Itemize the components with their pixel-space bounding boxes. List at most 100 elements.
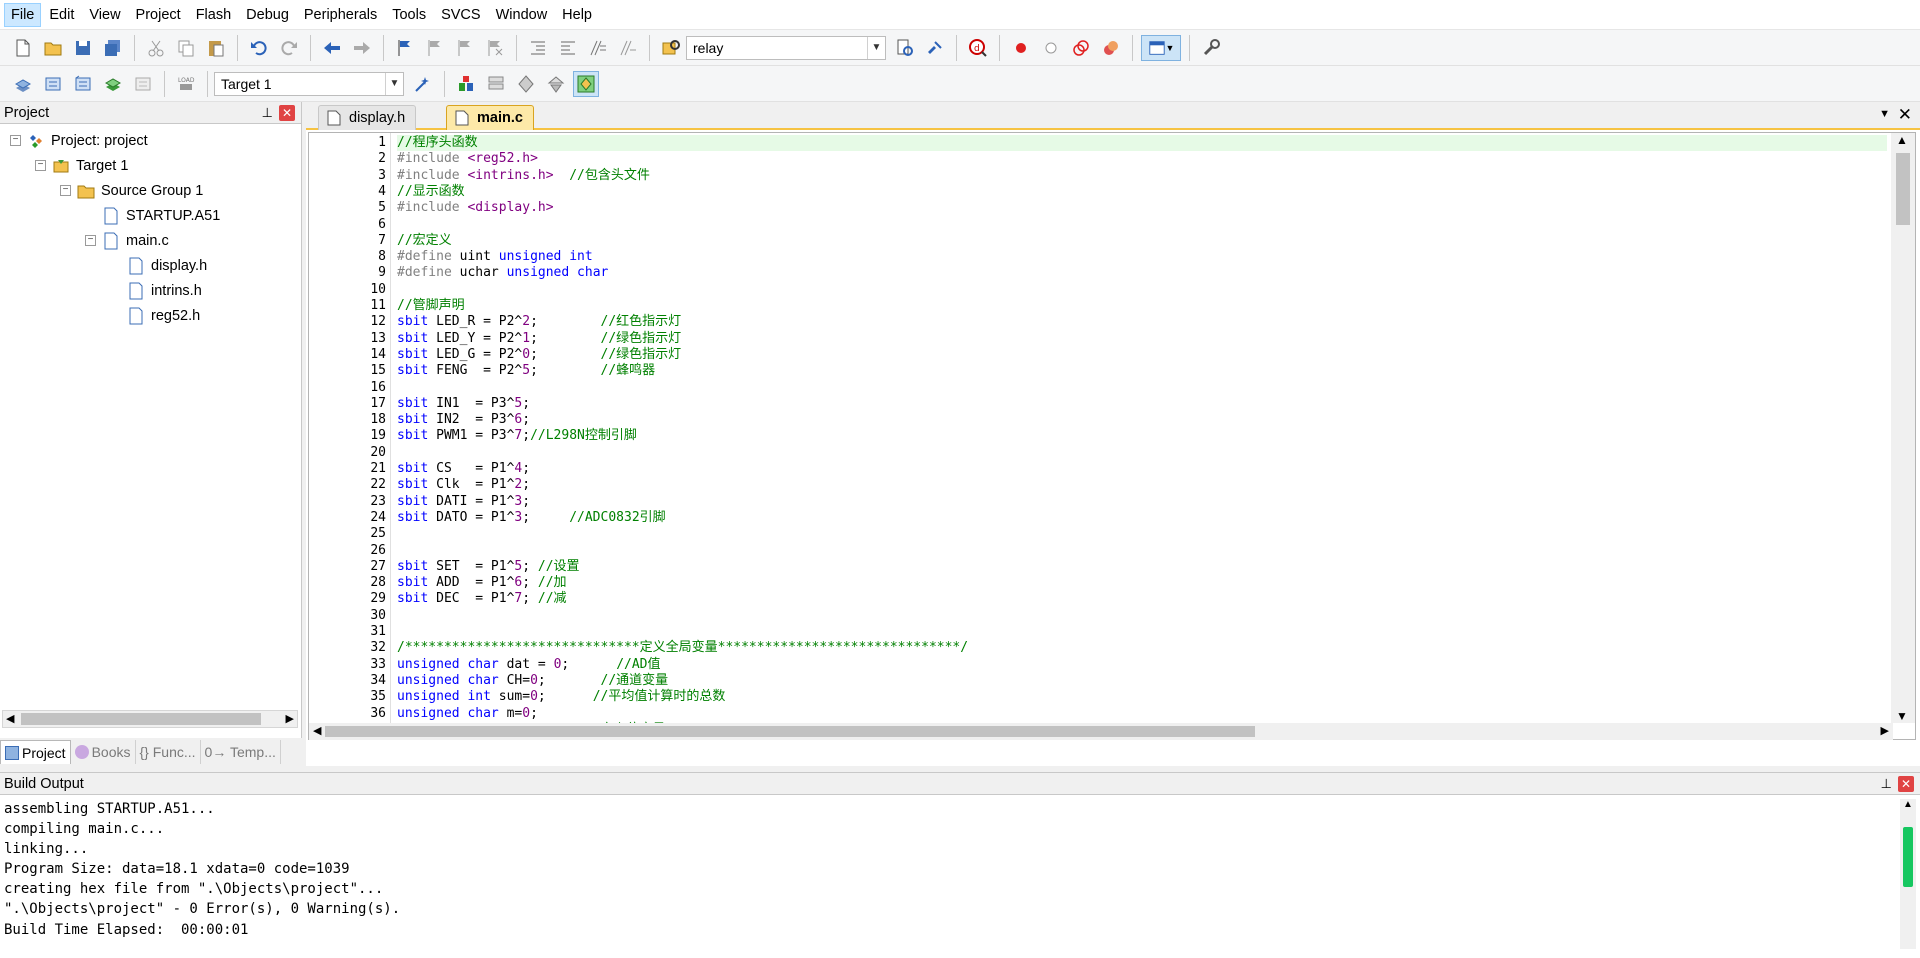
chevron-down-icon[interactable]: ▼ (385, 72, 403, 95)
close-editor-icon[interactable]: ✕ (1898, 105, 1912, 125)
tree-root[interactable]: − Project: project (10, 128, 148, 153)
comment-icon[interactable] (585, 35, 611, 61)
tab-templates[interactable]: 0→ Temp... (201, 740, 281, 764)
code-line[interactable]: unsigned int sum=0; //平均值计算时的总数 (397, 689, 725, 705)
code-line[interactable]: unsigned char m=0; (397, 706, 538, 722)
save-all-icon[interactable] (100, 35, 126, 61)
bookmark-clear-icon[interactable] (482, 35, 508, 61)
code-line[interactable]: sbit Clk = P1^2; (397, 477, 530, 493)
scroll-right-icon[interactable]: ▶ (286, 712, 294, 725)
bookmark-prev-icon[interactable] (422, 35, 448, 61)
scroll-thumb[interactable] (1896, 153, 1910, 225)
code-line[interactable]: sbit ADD = P1^6; //加 (397, 575, 567, 591)
collapse-icon[interactable]: − (60, 185, 71, 196)
editor-vscrollbar[interactable]: ▲ ▼ (1891, 133, 1915, 723)
new-file-icon[interactable] (10, 35, 36, 61)
code-line[interactable]: sbit CS = P1^4; (397, 461, 530, 477)
code-editor[interactable]: 1 2 3 4 5 6 7 8 9 10 11 12 13 14 15 16 17 18 19 20 21 22 23 24 2… (308, 132, 1916, 740)
code-line[interactable]: sbit IN1 = P3^5; (397, 396, 530, 412)
pin-icon[interactable]: ⊥ (1881, 776, 1892, 792)
tree-include-intrins[interactable]: intrins.h (127, 278, 202, 303)
scroll-up-icon[interactable]: ▲ (1903, 799, 1913, 810)
breakpoint-disable-all-icon[interactable] (1068, 35, 1094, 61)
code-line[interactable]: sbit DATO = P1^3; //ADC0832引脚 (397, 510, 666, 526)
menu-debug[interactable]: Debug (239, 3, 296, 27)
find-combo[interactable]: relay ▼ (686, 35, 886, 60)
manage-project-items-icon[interactable] (453, 71, 479, 97)
target-options-icon[interactable] (410, 71, 436, 97)
cut-icon[interactable] (143, 35, 169, 61)
code-line[interactable]: sbit PWM1 = P3^7;//L298N控制引脚 (397, 428, 637, 444)
code-line[interactable]: sbit DATI = P1^3; (397, 494, 530, 510)
menu-edit[interactable]: Edit (42, 3, 81, 27)
scroll-left-icon[interactable]: ◀ (313, 724, 321, 737)
breakpoint-insert-icon[interactable] (1008, 35, 1034, 61)
nav-forward-icon[interactable] (349, 35, 375, 61)
collapse-icon[interactable]: − (35, 160, 46, 171)
scroll-thumb[interactable] (325, 726, 1255, 737)
code-line[interactable]: sbit DEC = P1^7; //减 (397, 591, 567, 607)
scroll-up-icon[interactable]: ▲ (1896, 133, 1908, 147)
scroll-left-icon[interactable]: ◀ (6, 712, 14, 725)
tab-display-h[interactable]: display.h (318, 105, 417, 130)
select-packs-icon[interactable] (483, 71, 509, 97)
copy-icon[interactable] (173, 35, 199, 61)
menu-window[interactable]: Window (489, 3, 555, 27)
code-line[interactable]: #define uchar unsigned char (397, 265, 608, 281)
run-time-environment-icon[interactable] (573, 70, 599, 97)
scroll-down-icon[interactable]: ▼ (1896, 709, 1908, 723)
breakpoint-kill-all-icon[interactable] (1098, 35, 1124, 61)
menu-tools[interactable]: Tools (385, 3, 433, 27)
menu-help[interactable]: Help (555, 3, 599, 27)
incremental-find-icon[interactable] (892, 35, 918, 61)
close-icon[interactable]: ✕ (1898, 776, 1914, 792)
tree-file-main[interactable]: − main.c (85, 228, 169, 253)
scroll-thumb[interactable] (1903, 827, 1913, 887)
uncomment-icon[interactable] (615, 35, 641, 61)
code-line[interactable]: //宏定义 (397, 233, 452, 249)
undo-icon[interactable] (246, 35, 272, 61)
tab-books[interactable]: Books (71, 740, 136, 764)
tab-list-dropdown-icon[interactable]: ▼ (1879, 108, 1890, 120)
nav-back-icon[interactable] (319, 35, 345, 61)
manage-rte-icon[interactable] (513, 71, 539, 97)
tree-group[interactable]: − Source Group 1 (60, 178, 203, 203)
unindent-icon[interactable] (555, 35, 581, 61)
bookmark-next-icon[interactable] (452, 35, 478, 61)
paste-icon[interactable] (203, 35, 229, 61)
code-line[interactable]: sbit LED_Y = P2^1; //绿色指示灯 (397, 331, 681, 347)
find-in-files-icon[interactable] (658, 35, 684, 61)
code-line[interactable]: //程序头函数 (397, 135, 1887, 152)
close-icon[interactable]: ✕ (279, 105, 295, 121)
code-line[interactable]: sbit LED_G = P2^0; //绿色指示灯 (397, 347, 681, 363)
code-line[interactable]: unsigned char CH=0; //通道变量 (397, 673, 668, 689)
batch-build-icon[interactable] (100, 71, 126, 97)
scroll-thumb[interactable] (21, 713, 261, 725)
find-icon[interactable] (922, 35, 948, 61)
code-text[interactable]: //程序头函数 #include <reg52.h> #include <intri… (397, 133, 1887, 723)
tab-functions[interactable]: {} Func... (136, 740, 201, 764)
window-layout-icon[interactable]: ▼ (1141, 34, 1181, 61)
pin-icon[interactable]: ⊥ (262, 105, 273, 121)
tree-target[interactable]: − Target 1 (35, 153, 128, 178)
tab-project[interactable]: Project (0, 740, 71, 764)
menu-file[interactable]: File (4, 2, 42, 27)
code-line[interactable]: sbit LED_R = P2^2; //红色指示灯 (397, 314, 681, 330)
stop-build-icon[interactable] (130, 71, 156, 97)
menu-svcs[interactable]: SVCS (434, 3, 488, 27)
menu-peripherals[interactable]: Peripherals (297, 3, 384, 27)
redo-icon[interactable] (276, 35, 302, 61)
code-line[interactable]: sbit SET = P1^5; //设置 (397, 559, 580, 575)
code-line[interactable]: /******************************定义全局变量***… (397, 640, 968, 656)
debug-session-icon[interactable]: d (965, 35, 991, 61)
code-line[interactable]: sbit IN2 = P3^6; (397, 412, 530, 428)
code-line[interactable]: unsigned char dat = 0; //AD值 (397, 657, 661, 673)
tree-file-startup[interactable]: STARTUP.A51 (102, 203, 220, 228)
rebuild-icon[interactable] (70, 71, 96, 97)
code-line[interactable]: //管脚声明 (397, 298, 465, 314)
scroll-right-icon[interactable]: ▶ (1881, 724, 1889, 737)
code-line[interactable]: //显示函数 (397, 184, 465, 200)
save-icon[interactable] (70, 35, 96, 61)
pack-installer-icon[interactable] (543, 71, 569, 97)
bookmark-toggle-icon[interactable] (392, 35, 418, 61)
